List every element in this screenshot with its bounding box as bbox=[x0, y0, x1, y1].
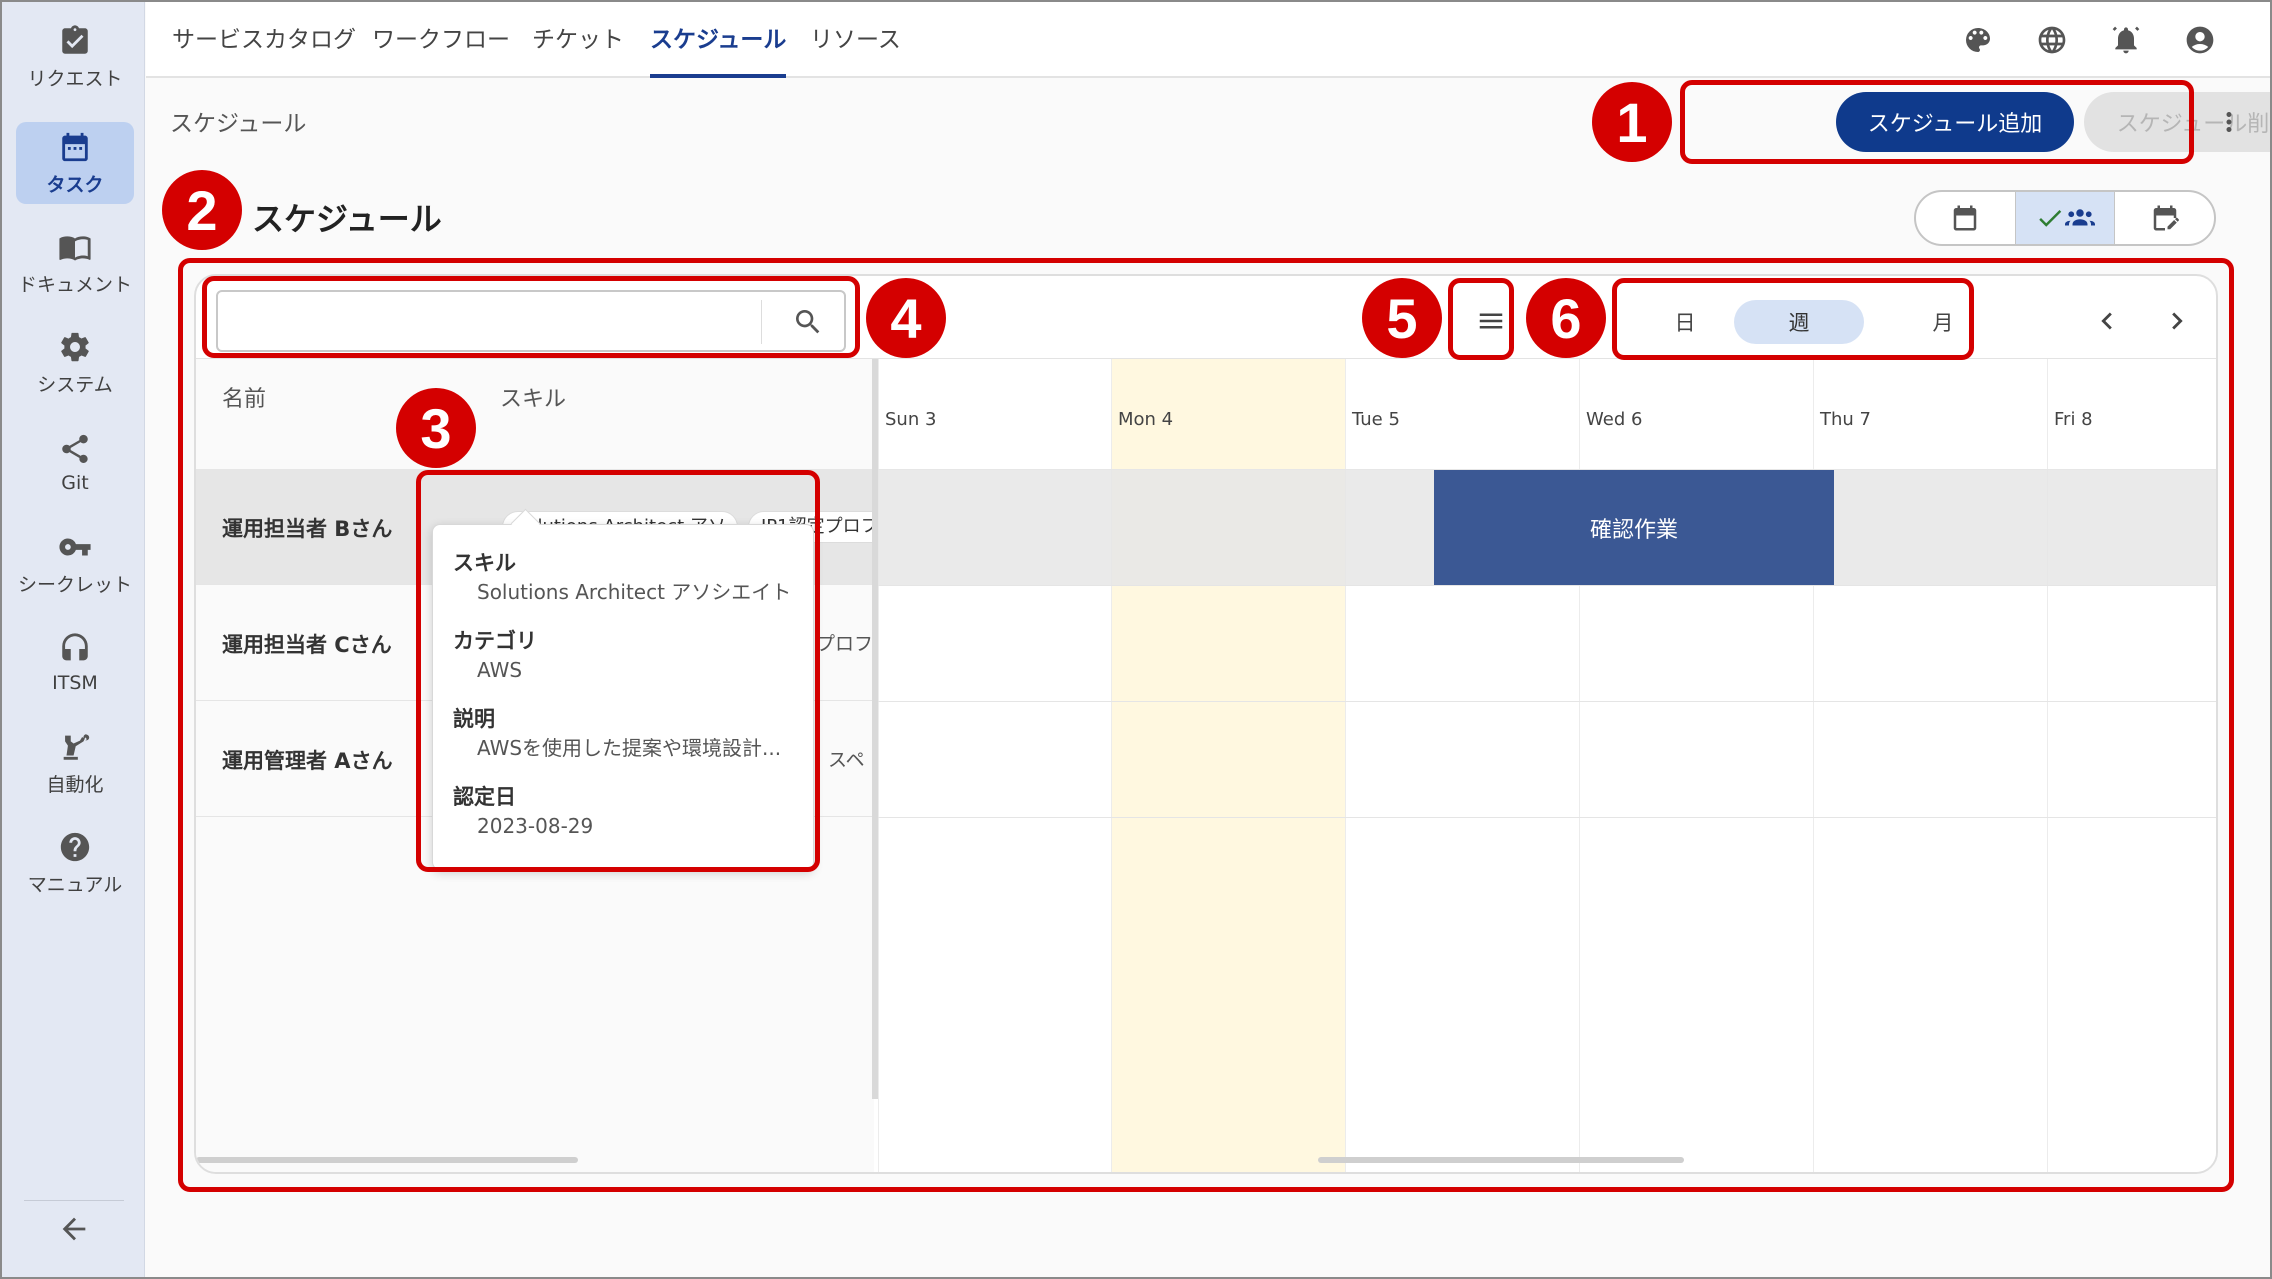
app-window: リクエスト タスク ドキュメント システム Git シークレット ITSM 自動… bbox=[0, 0, 2272, 1279]
tab-schedule[interactable]: スケジュール bbox=[650, 2, 787, 78]
arrow-left-icon[interactable] bbox=[57, 1212, 91, 1246]
callout-box-5 bbox=[1448, 278, 1514, 360]
help-icon bbox=[60, 832, 90, 861]
sidebar-item-git[interactable]: Git bbox=[16, 422, 134, 504]
account-icon[interactable] bbox=[2184, 24, 2216, 56]
callout-badge-2: 2 bbox=[162, 170, 242, 250]
headset-icon bbox=[62, 633, 88, 661]
share-icon bbox=[62, 434, 88, 464]
sidebar-item-label: Git bbox=[61, 472, 89, 494]
sidebar-divider bbox=[24, 1200, 124, 1201]
sidebar-item-label: ITSM bbox=[52, 672, 98, 694]
more-vert-icon[interactable] bbox=[2214, 104, 2244, 140]
sidebar-item-label: ドキュメント bbox=[17, 273, 132, 296]
sidebar-item-system[interactable]: システム bbox=[16, 322, 134, 404]
sidebar-item-label: 自動化 bbox=[46, 773, 104, 796]
sidebar-item-task[interactable]: タスク bbox=[16, 122, 134, 204]
top-navigation: サービスカタログ ワークフロー チケット スケジュール リソース bbox=[146, 2, 2270, 78]
key-icon bbox=[59, 538, 91, 555]
calendar-icon bbox=[1954, 205, 1977, 231]
callout-box-3 bbox=[416, 470, 820, 872]
clipboard-check-icon bbox=[62, 24, 88, 54]
callout-box-6 bbox=[1612, 278, 1974, 360]
view-edit-calendar[interactable] bbox=[2115, 192, 2214, 244]
bell-icon[interactable] bbox=[2110, 24, 2142, 56]
view-resource[interactable] bbox=[2015, 192, 2116, 244]
tab-workflow[interactable]: ワークフロー bbox=[372, 2, 510, 78]
calendar-icon bbox=[62, 132, 88, 161]
book-icon bbox=[59, 235, 91, 260]
sidebar-item-secret[interactable]: シークレット bbox=[16, 522, 134, 604]
edit-calendar-icon bbox=[2153, 205, 2179, 231]
robot-arm-icon bbox=[63, 733, 90, 760]
sidebar-item-itsm[interactable]: ITSM bbox=[16, 622, 134, 704]
page-title: スケジュール bbox=[252, 200, 442, 238]
callout-box-1 bbox=[1680, 80, 2194, 164]
callout-badge-1: 1 bbox=[1592, 82, 1672, 162]
callout-badge-3: 3 bbox=[396, 388, 476, 468]
callout-badge-6: 6 bbox=[1526, 278, 1606, 358]
view-switch bbox=[1914, 190, 2216, 246]
globe-icon[interactable] bbox=[2036, 24, 2068, 56]
sidebar-item-label: タスク bbox=[46, 173, 104, 196]
view-calendar[interactable] bbox=[1916, 192, 2016, 244]
check-people-icon bbox=[2039, 209, 2095, 227]
sidebar-item-document[interactable]: ドキュメント bbox=[16, 222, 134, 304]
sidebar: リクエスト タスク ドキュメント システム Git シークレット ITSM 自動… bbox=[2, 2, 145, 1277]
callout-badge-4: 4 bbox=[866, 278, 946, 358]
sidebar-item-label: リクエスト bbox=[27, 67, 123, 90]
tab-service-catalog[interactable]: サービスカタログ bbox=[172, 2, 356, 78]
sidebar-item-manual[interactable]: マニュアル bbox=[16, 822, 134, 904]
sidebar-item-request[interactable]: リクエスト bbox=[16, 16, 134, 98]
gear-icon bbox=[61, 332, 89, 361]
sidebar-item-label: シークレット bbox=[17, 573, 132, 596]
palette-icon[interactable] bbox=[1962, 24, 1994, 56]
sidebar-item-label: マニュアル bbox=[27, 873, 123, 896]
callout-box-4 bbox=[202, 276, 860, 358]
sidebar-item-automation[interactable]: 自動化 bbox=[16, 722, 134, 804]
tab-ticket[interactable]: チケット bbox=[532, 2, 624, 78]
callout-badge-5: 5 bbox=[1362, 278, 1442, 358]
tab-resource[interactable]: リソース bbox=[810, 2, 901, 78]
breadcrumb: スケジュール bbox=[170, 111, 307, 137]
sidebar-item-label: システム bbox=[37, 373, 113, 396]
